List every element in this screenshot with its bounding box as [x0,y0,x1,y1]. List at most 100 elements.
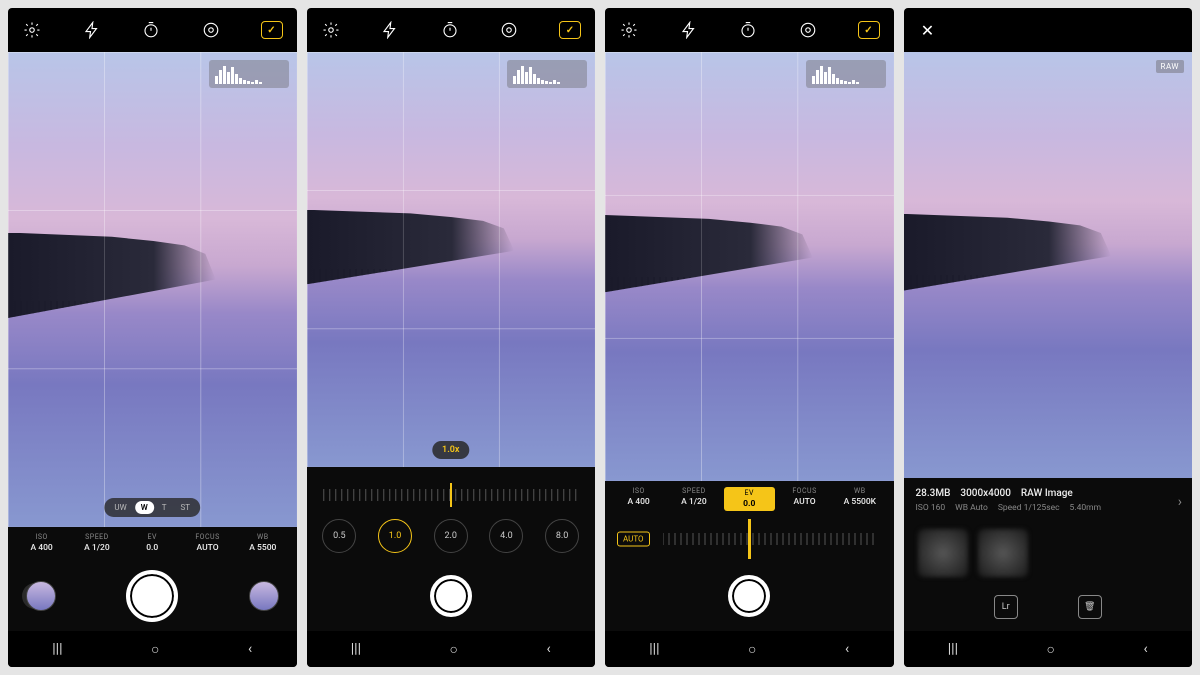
meta-iso: ISO 160 [916,503,946,513]
manual-controls: ISOA 400 SPEEDA 1/20 EV0.0 FOCUSAUTO WBA… [8,527,297,561]
delete-button[interactable]: 🗑 [1078,595,1102,619]
scene-pier [605,215,813,292]
android-navbar: ||| ○ ‹ [8,631,297,667]
photo-preview[interactable]: RAW [904,52,1193,478]
zoom-readout[interactable]: 1.0x [432,441,469,459]
timer-icon[interactable] [738,20,758,40]
histogram-toggle-icon[interactable] [261,21,283,39]
camera-screen-ev: ISOA 400 SPEEDA 1/20 EV0.0 FOCUSAUTO WBA… [605,8,894,667]
param-iso[interactable]: ISOA 400 [16,533,67,553]
auto-chip[interactable]: AUTO [617,532,650,547]
nav-home[interactable]: ○ [151,641,159,658]
zoom-2-0[interactable]: 2.0 [434,519,468,553]
nav-recents[interactable]: ||| [649,641,659,657]
param-focus[interactable]: FOCUSAUTO [779,487,830,511]
gallery-thumbnail-left[interactable] [26,581,56,611]
nav-recents[interactable]: ||| [52,641,62,657]
nav-back[interactable]: ‹ [845,641,849,657]
chevron-right-icon[interactable]: › [1178,494,1182,510]
top-toolbar [307,8,596,52]
top-toolbar: ✕ [904,8,1193,52]
nav-back[interactable]: ‹ [248,641,252,657]
top-toolbar [8,8,297,52]
action-row: Lr 🗑 [904,583,1193,631]
settings-icon[interactable] [619,20,639,40]
histogram-toggle-icon[interactable] [559,21,581,39]
zoom-ruler[interactable] [315,481,588,509]
ev-needle [748,519,751,559]
viewfinder[interactable]: 1.0x [307,52,596,467]
scene-pier [307,210,515,285]
param-focus[interactable]: FOCUSAUTO [182,533,233,553]
zoom-1-0[interactable]: 1.0 [378,519,412,553]
lens-st[interactable]: ST [175,501,197,514]
close-icon[interactable]: ✕ [918,20,938,40]
meta-focal: 5.40mm [1070,503,1101,513]
nav-home[interactable]: ○ [1047,641,1055,658]
thumb-item[interactable] [978,529,1028,577]
shutter-button[interactable] [126,570,178,622]
viewfinder[interactable] [605,52,894,481]
viewfinder[interactable]: UW W T ST [8,52,297,527]
nav-home[interactable]: ○ [450,641,458,658]
histogram-overlay [806,60,886,88]
metering-icon[interactable] [798,20,818,40]
detail-dimensions: 3000x4000 [960,488,1011,499]
lens-selector[interactable]: UW W T ST [104,498,200,517]
flash-icon[interactable] [679,20,699,40]
shutter-row [307,561,596,631]
timer-icon[interactable] [141,20,161,40]
shutter-row [605,561,894,631]
param-iso[interactable]: ISOA 400 [613,487,664,511]
flash-icon[interactable] [380,20,400,40]
shutter-button[interactable] [728,575,770,617]
zoom-4-0[interactable]: 4.0 [489,519,523,553]
flash-icon[interactable] [82,20,102,40]
param-wb[interactable]: WBA 5500K [834,487,885,511]
histogram-toggle-icon[interactable] [858,21,880,39]
shutter-button[interactable] [430,575,472,617]
camera-screen-manual: UW W T ST ISOA 400 SPEEDA 1/20 EV0.0 FOC… [8,8,297,667]
timer-icon[interactable] [440,20,460,40]
lightroom-button[interactable]: Lr [994,595,1018,619]
settings-icon[interactable] [22,20,42,40]
image-details[interactable]: 28.3MB 3000x4000 RAW Image ISO 160 WB Au… [904,478,1193,523]
meta-wb: WB Auto [955,503,988,513]
scene-pier [904,214,1112,291]
detail-format: RAW Image [1021,488,1073,499]
android-navbar: ||| ○ ‹ [605,631,894,667]
param-wb[interactable]: WBA 5500 [237,533,288,553]
zoom-8-0[interactable]: 8.0 [545,519,579,553]
top-toolbar [605,8,894,52]
thumbnail-strip[interactable] [904,523,1193,583]
scene-pier [8,233,216,319]
zoom-steps: 0.5 1.0 2.0 4.0 8.0 [315,519,588,553]
lens-t[interactable]: T [156,501,173,514]
thumb-item[interactable] [918,529,968,577]
nav-back[interactable]: ‹ [547,641,551,657]
param-speed[interactable]: SPEEDA 1/20 [71,533,122,553]
nav-back[interactable]: ‹ [1144,641,1148,657]
lens-w[interactable]: W [135,501,154,514]
zoom-needle [450,483,452,507]
image-review-screen: ✕ RAW 28.3MB 3000x4000 RAW Image ISO 160… [904,8,1193,667]
android-navbar: ||| ○ ‹ [307,631,596,667]
shutter-row [8,561,297,631]
nav-home[interactable]: ○ [748,641,756,658]
param-ev[interactable]: EV0.0 [127,533,178,553]
ev-ruler[interactable]: AUTO [613,525,886,553]
metering-icon[interactable] [201,20,221,40]
nav-recents[interactable]: ||| [948,641,958,657]
android-navbar: ||| ○ ‹ [904,631,1193,667]
settings-icon[interactable] [321,20,341,40]
zoom-0-5[interactable]: 0.5 [322,519,356,553]
raw-badge: RAW [1156,60,1184,73]
param-speed[interactable]: SPEEDA 1/20 [668,487,719,511]
detail-filesize: 28.3MB [916,488,951,499]
gallery-thumbnail[interactable] [249,581,279,611]
metering-icon[interactable] [499,20,519,40]
camera-screen-zoom: 1.0x 0.5 1.0 2.0 4.0 8.0 ||| ○ ‹ [307,8,596,667]
lens-uw[interactable]: UW [108,501,132,514]
nav-recents[interactable]: ||| [351,641,361,657]
param-ev-active[interactable]: EV0.0 [724,487,775,511]
